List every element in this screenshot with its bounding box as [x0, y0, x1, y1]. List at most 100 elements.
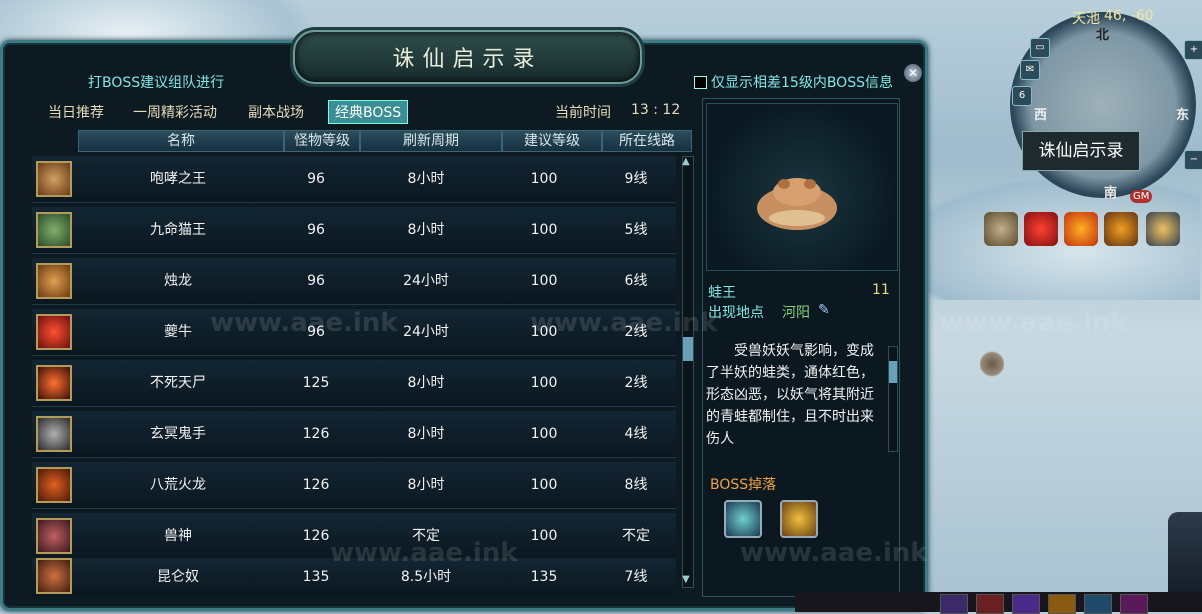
boss-line: 不定	[622, 528, 650, 544]
minimap-button-icon[interactable]: ▭	[1030, 38, 1050, 58]
boss-level: 96	[307, 222, 325, 238]
boss-description: 受兽妖妖气影响，变成了半妖的蛙类，通体红色，形态凶恶，以妖气将其附近的青蛙都制住…	[706, 343, 874, 446]
compass-north: 北	[1096, 28, 1110, 43]
boss-name: 兽神	[164, 528, 192, 544]
table-row[interactable]: 烛龙 96 24小时 100 6线	[32, 258, 676, 305]
minimap-mail-icon[interactable]: ✉	[1020, 60, 1040, 80]
boss-name: 不死天尸	[150, 375, 206, 391]
gift-icon[interactable]	[1024, 212, 1058, 246]
watermark: www.aae.ink	[210, 308, 398, 338]
sun-icon[interactable]	[1064, 212, 1098, 246]
minimap-tooltip: 诛仙启示录	[1022, 131, 1140, 171]
description-scroll-thumb[interactable]	[889, 361, 897, 383]
boss-name: 玄冥鬼手	[150, 426, 206, 442]
compass-west: 西	[1034, 108, 1048, 123]
boss-suggested: 100	[530, 477, 558, 493]
watermark: www.aae.ink	[330, 538, 518, 568]
compass-icon[interactable]	[1146, 212, 1180, 246]
boss-line: 4线	[624, 426, 648, 442]
close-button[interactable]: ✕	[904, 64, 922, 82]
skill-slot-icon[interactable]	[976, 594, 1004, 614]
gm-badge[interactable]: GM	[1130, 190, 1153, 203]
tab-classic-boss[interactable]: 经典BOSS	[328, 100, 409, 124]
boss-refresh: 8小时	[407, 375, 445, 391]
col-name[interactable]: 名称	[78, 130, 284, 152]
description-scrollbar[interactable]	[888, 346, 898, 452]
skill-slot-icon[interactable]	[1084, 594, 1112, 614]
boss-suggested: 100	[530, 375, 558, 391]
boss-avatar	[36, 212, 72, 248]
boss-suggested: 100	[530, 171, 558, 187]
minimap-calendar-icon[interactable]: 6	[1012, 86, 1032, 106]
map-scroll-icon[interactable]: ✎	[818, 302, 832, 318]
compass-east: 东	[1176, 108, 1190, 123]
col-suggested-level[interactable]: 建议等级	[502, 130, 602, 152]
skill-slot-icon[interactable]	[940, 594, 968, 614]
table-row[interactable]: 不死天尸 125 8小时 100 2线	[32, 360, 676, 407]
boss-name: 九命猫王	[150, 222, 206, 238]
boss-refresh: 8小时	[407, 171, 445, 187]
current-time-value: 13 : 12	[631, 102, 681, 118]
boss-line: 5线	[624, 222, 648, 238]
boss-avatar	[36, 558, 72, 594]
skill-slot-icon[interactable]	[1048, 594, 1076, 614]
boss-suggested: 100	[530, 426, 558, 442]
table-row[interactable]: 八荒火龙 126 8小时 100 8线	[32, 462, 676, 509]
compass-south: 南	[1104, 186, 1118, 201]
minimap-zoomout-icon[interactable]: −	[1184, 150, 1202, 170]
boss-avatar	[36, 518, 72, 554]
table-row[interactable]: 玄冥鬼手 126 8小时 100 4线	[32, 411, 676, 458]
crown-icon[interactable]	[984, 212, 1018, 246]
party-hint: 打BOSS建议组队进行	[88, 75, 225, 91]
boss-refresh: 8小时	[407, 426, 445, 442]
boss-avatar	[36, 365, 72, 401]
table-row[interactable]: 九命猫王 96 8小时 100 5线	[32, 207, 676, 254]
filter-label: 仅显示相差15级内BOSS信息	[711, 75, 893, 91]
col-refresh[interactable]: 刷新周期	[360, 130, 502, 152]
boss-name: 烛龙	[164, 273, 192, 289]
filter-checkbox[interactable]	[694, 75, 707, 89]
location-value[interactable]: 河阳	[782, 302, 810, 322]
watermark: www.aae.ink	[530, 308, 718, 338]
col-monster-level[interactable]: 怪物等级	[284, 130, 360, 152]
drop-item-ring-icon[interactable]	[780, 500, 818, 538]
list-scroll-thumb[interactable]	[683, 337, 693, 361]
tab-daily[interactable]: 当日推荐	[48, 102, 104, 122]
boss-drops-label: BOSS掉落	[710, 477, 777, 493]
boss-level: 96	[307, 171, 325, 187]
tab-dungeon[interactable]: 副本战场	[248, 102, 304, 122]
table-row[interactable]: 咆哮之王 96 8小时 100 9线	[32, 156, 676, 203]
trophy-icon[interactable]	[1104, 212, 1138, 246]
drop-item-gem-icon[interactable]	[724, 500, 762, 538]
window-title-plate: 诛仙启示录	[293, 30, 642, 84]
skill-slot-icon[interactable]	[1012, 594, 1040, 614]
detail-boss-name: 蛙王	[708, 285, 736, 301]
boss-line: 6线	[624, 273, 648, 289]
boss-refresh: 8小时	[407, 477, 445, 493]
current-time-label: 当前时间	[555, 105, 611, 121]
boss-avatar	[36, 416, 72, 452]
table-header: 名称 怪物等级 刷新周期 建议等级 所在线路	[32, 130, 692, 152]
list-scrollbar[interactable]	[682, 156, 694, 588]
minimap-zoom-icon[interactable]: +	[1184, 40, 1202, 60]
detail-boss-level: 11	[872, 282, 890, 298]
col-line[interactable]: 所在线路	[602, 130, 692, 152]
frog-king-portrait-icon	[757, 178, 837, 230]
boss-name: 咆哮之王	[150, 171, 206, 187]
character-sprite[interactable]	[980, 350, 1004, 378]
watermark: www.aae.ink	[940, 308, 1128, 338]
scroll-down-icon[interactable]: ▼	[682, 574, 690, 585]
boss-line: 7线	[624, 569, 648, 585]
boss-suggested: 100	[530, 222, 558, 238]
boss-avatar	[36, 467, 72, 503]
boss-refresh: 8小时	[407, 222, 445, 238]
tab-weekly[interactable]: 一周精彩活动	[133, 102, 217, 122]
level-filter-toggle[interactable]: 仅显示相差15级内BOSS信息	[694, 72, 893, 92]
tab-bar: 当日推荐 一周精彩活动 副本战场 经典BOSS 当前时间 13 : 12	[30, 98, 693, 126]
boss-name: 昆仑奴	[157, 569, 199, 585]
boss-refresh: 24小时	[403, 273, 449, 289]
boss-name: 八荒火龙	[150, 477, 206, 493]
boss-level: 125	[302, 375, 330, 391]
skill-slot-icon[interactable]	[1120, 594, 1148, 614]
scroll-up-icon[interactable]: ▲	[682, 156, 690, 167]
